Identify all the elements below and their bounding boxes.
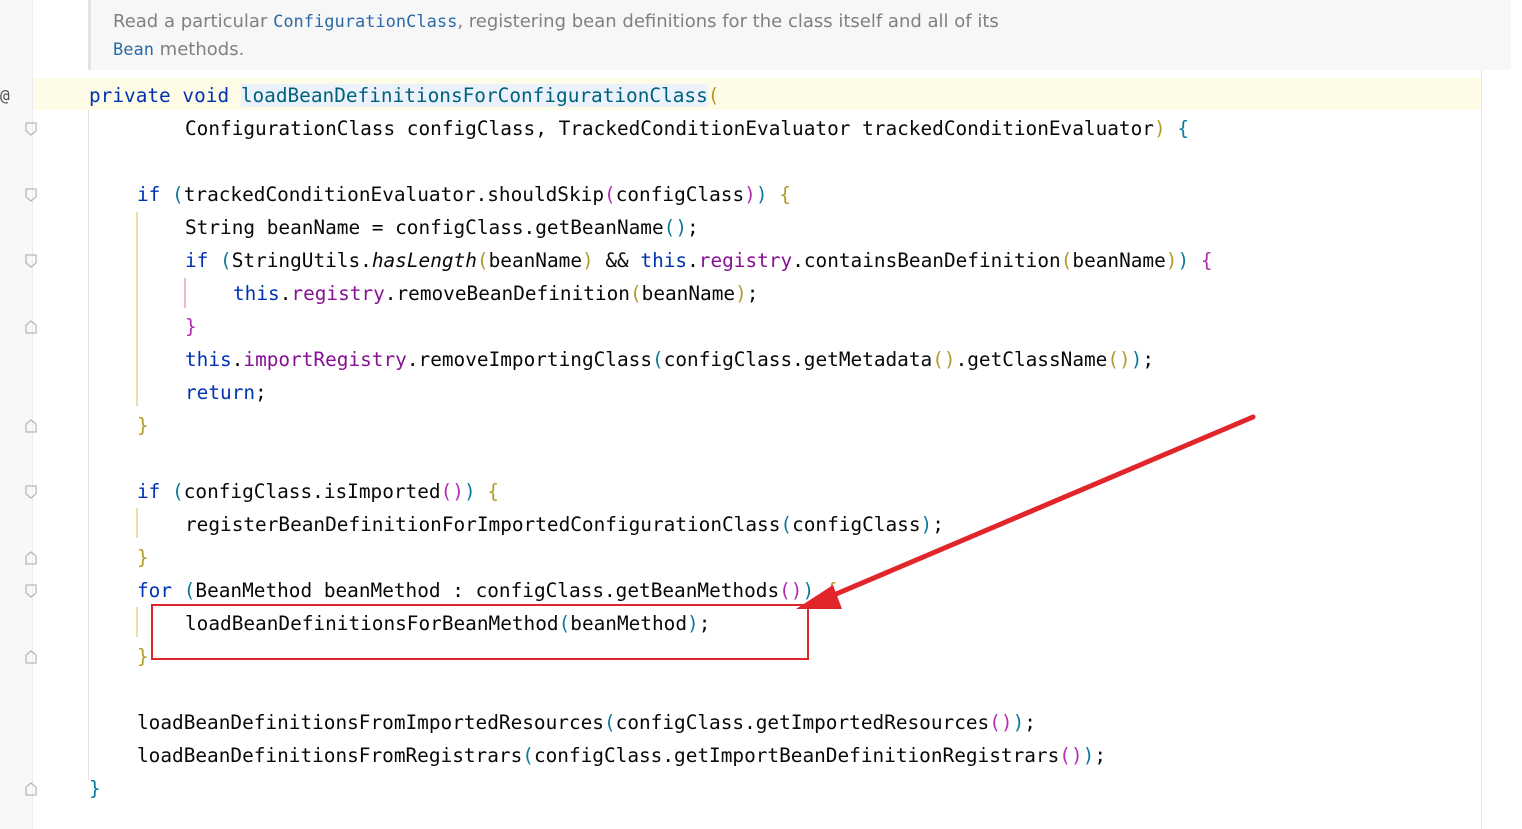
code-line[interactable]: }: [137, 541, 149, 574]
annotation-highlight-box: [151, 604, 809, 660]
code-line[interactable]: loadBeanDefinitionsFromRegistrars(config…: [137, 739, 1106, 772]
indent-guide: [88, 110, 89, 780]
fold-end-icon[interactable]: [25, 551, 37, 565]
doc-link[interactable]: Bean: [113, 40, 154, 60]
code-line[interactable]: this.registry.removeBeanDefinition(beanN…: [233, 277, 758, 310]
code-line[interactable]: ConfigurationClass configClass, TrackedC…: [185, 112, 1189, 145]
fold-end-icon[interactable]: [25, 419, 37, 433]
fold-end-icon[interactable]: [25, 650, 37, 664]
code-line[interactable]: }: [137, 640, 149, 673]
indent-guide: [184, 278, 186, 308]
code-editor[interactable]: @ Read a particular ConfigurationClass, …: [0, 0, 1522, 829]
fold-start-icon[interactable]: [25, 254, 37, 268]
code-line[interactable]: }: [137, 409, 149, 442]
code-line[interactable]: loadBeanDefinitionsFromImportedResources…: [137, 706, 1036, 739]
code-line[interactable]: return;: [185, 376, 267, 409]
code-line[interactable]: for (BeanMethod beanMethod : configClass…: [137, 574, 838, 607]
fold-start-icon[interactable]: [25, 188, 37, 202]
code-line[interactable]: private void loadBeanDefinitionsForConfi…: [89, 79, 719, 112]
indent-guide: [136, 212, 138, 406]
code-line[interactable]: String beanName = configClass.getBeanNam…: [185, 211, 699, 244]
fold-start-icon[interactable]: [25, 122, 37, 136]
indent-guide: [136, 607, 138, 637]
right-margin-guide: [1481, 0, 1482, 829]
doc-link[interactable]: ConfigurationClass: [273, 12, 457, 32]
code-line[interactable]: if (trackedConditionEvaluator.shouldSkip…: [137, 178, 791, 211]
fold-start-icon[interactable]: [25, 584, 37, 598]
code-line[interactable]: if (StringUtils.hasLength(beanName) && t…: [185, 244, 1213, 277]
javadoc-text: Read a particular ConfigurationClass, re…: [113, 11, 999, 60]
method-name[interactable]: loadBeanDefinitionsForConfigurationClass: [240, 84, 708, 107]
code-line[interactable]: }: [89, 772, 101, 805]
code-line[interactable]: this.importRegistry.removeImportingClass…: [185, 343, 1154, 376]
code-line[interactable]: }: [185, 310, 197, 343]
code-line[interactable]: if (configClass.isImported()) {: [137, 475, 499, 508]
code-line[interactable]: registerBeanDefinitionForImportedConfigu…: [185, 508, 944, 541]
fold-start-icon[interactable]: [25, 485, 37, 499]
indent-guide: [136, 508, 138, 538]
implementation-marker-icon[interactable]: @: [0, 86, 10, 105]
fold-end-icon[interactable]: [25, 320, 37, 334]
javadoc-block: Read a particular ConfigurationClass, re…: [88, 0, 1511, 70]
fold-end-icon[interactable]: [25, 782, 37, 796]
